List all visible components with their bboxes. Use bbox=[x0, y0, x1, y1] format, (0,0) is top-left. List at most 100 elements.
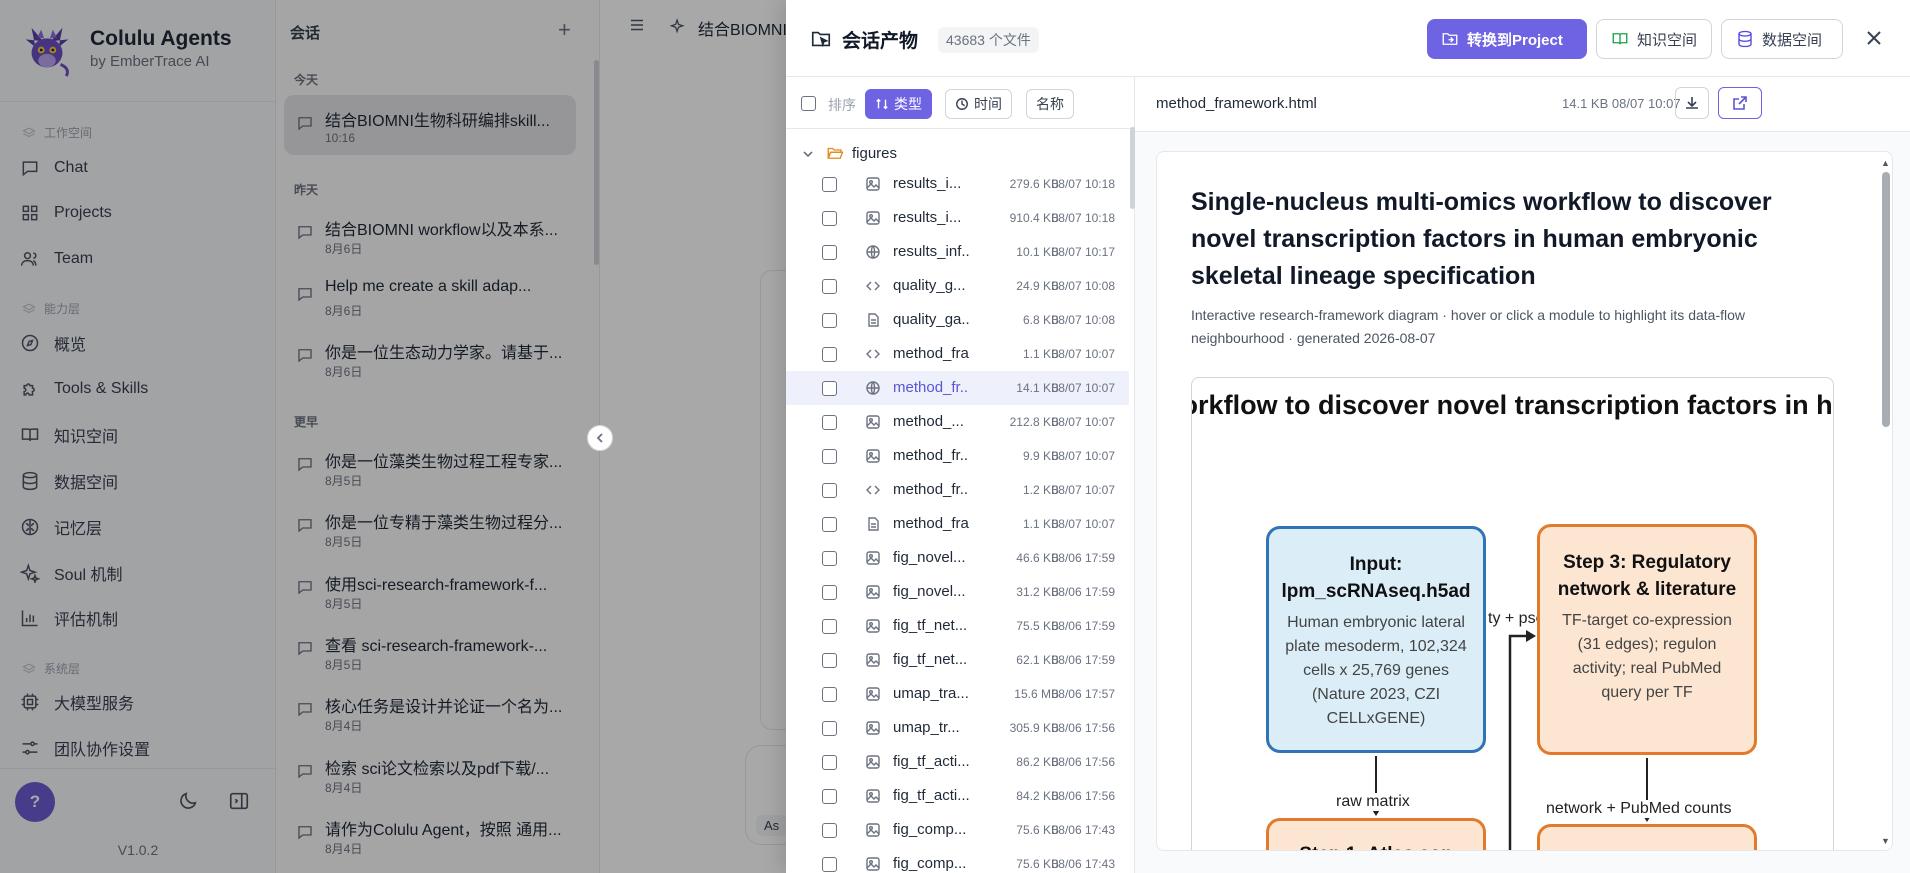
file-name: fig_comp... bbox=[893, 821, 967, 838]
preview-meta: 14.1 KB 08/07 10:07 bbox=[1562, 96, 1681, 111]
file-row[interactable]: results_inf... 10.1 KB 08/07 10:17 bbox=[786, 235, 1129, 269]
file-date: 08/07 10:07 bbox=[1051, 449, 1115, 463]
node-step3[interactable]: Step 3: Regulatory network & literature … bbox=[1537, 524, 1757, 755]
rendered-html-document[interactable]: Single-nucleus multi-omics workflow to d… bbox=[1156, 151, 1893, 851]
button-label: 转换到Project bbox=[1467, 31, 1563, 49]
file-checkbox[interactable] bbox=[822, 653, 837, 668]
file-row[interactable]: method_... 212.8 KB 08/07 10:07 bbox=[786, 405, 1129, 439]
image-icon bbox=[866, 789, 880, 803]
file-checkbox[interactable] bbox=[822, 449, 837, 464]
sort-by-name-button[interactable]: 名称 bbox=[1026, 89, 1074, 119]
file-row[interactable]: method_fr... 9.9 KB 08/07 10:07 bbox=[786, 439, 1129, 473]
file-name: fig_tf_acti... bbox=[893, 753, 969, 770]
file-checkbox[interactable] bbox=[822, 619, 837, 634]
image-icon bbox=[866, 653, 880, 667]
file-row[interactable]: fig_comp... 75.6 KB 08/06 17:43 bbox=[786, 847, 1129, 873]
file-row[interactable]: fig_novel... 31.2 KB 08/06 17:59 bbox=[786, 575, 1129, 609]
image-icon bbox=[866, 823, 880, 837]
node-step1[interactable]: Step 1: Atlas con bbox=[1266, 818, 1486, 850]
file-date: 08/06 17:56 bbox=[1051, 721, 1115, 735]
file-row[interactable]: fig_tf_acti... 84.2 KB 08/06 17:56 bbox=[786, 779, 1129, 813]
file-date: 08/07 10:17 bbox=[1051, 245, 1115, 259]
file-row[interactable]: quality_ga... 6.8 KB 08/07 10:08 bbox=[786, 303, 1129, 337]
sort-by-time-button[interactable]: 时间 bbox=[945, 89, 1012, 119]
chevron-down-icon bbox=[803, 151, 813, 158]
file-checkbox[interactable] bbox=[822, 551, 837, 566]
file-name: results_i... bbox=[893, 209, 962, 226]
file-row[interactable]: method_fr... 14.1 KB 08/07 10:07 bbox=[786, 371, 1129, 405]
scroll-up-arrow[interactable]: ▲ bbox=[1881, 158, 1890, 168]
file-checkbox[interactable] bbox=[822, 381, 837, 396]
code-icon bbox=[866, 349, 880, 359]
code-icon bbox=[866, 281, 880, 291]
button-label: 知识空间 bbox=[1637, 31, 1698, 49]
file-row[interactable]: fig_comp... 75.6 KB 08/06 17:43 bbox=[786, 813, 1129, 847]
sort-label-name: 名称 bbox=[1036, 96, 1064, 112]
image-icon bbox=[866, 177, 880, 191]
select-all-checkbox[interactable] bbox=[801, 96, 816, 111]
file-date: 08/06 17:56 bbox=[1051, 789, 1115, 803]
file-row[interactable]: method_fr... 1.2 KB 08/07 10:07 bbox=[786, 473, 1129, 507]
node-body: Human embryonic lateral plate mesoderm, … bbox=[1285, 614, 1467, 727]
node-step4[interactable] bbox=[1537, 824, 1757, 850]
knowledge-space-button[interactable]: 知识空间 bbox=[1596, 19, 1712, 59]
open-external-button[interactable] bbox=[1718, 87, 1762, 119]
file-date: 08/07 10:07 bbox=[1051, 381, 1115, 395]
clock-icon bbox=[956, 98, 968, 110]
file-row[interactable]: umap_tr... 305.9 KB 08/06 17:56 bbox=[786, 711, 1129, 745]
file-row[interactable]: method_fra...1.1 KB08/07 10:07 bbox=[786, 507, 1129, 541]
file-checkbox[interactable] bbox=[822, 177, 837, 192]
file-name: fig_novel... bbox=[893, 583, 966, 600]
file-row[interactable]: umap_tra... 15.6 MB 08/06 17:57 bbox=[786, 677, 1129, 711]
file-checkbox[interactable] bbox=[822, 245, 837, 260]
sort-by-type-button[interactable]: 类型 bbox=[865, 89, 932, 119]
scroll-down-arrow[interactable]: ▼ bbox=[1881, 836, 1890, 846]
document-scrollbar[interactable] bbox=[1882, 172, 1890, 427]
node-body: TF-target co-expression (31 edges); regu… bbox=[1562, 612, 1732, 701]
file-date: 08/06 17:43 bbox=[1051, 857, 1115, 871]
document-subtitle: Interactive research-framework diagram ·… bbox=[1191, 307, 1746, 346]
panel-title: 会话产物 bbox=[842, 31, 919, 52]
download-button[interactable] bbox=[1675, 87, 1709, 119]
file-row[interactable]: fig_tf_acti... 86.2 KB 08/06 17:56 bbox=[786, 745, 1129, 779]
file-checkbox[interactable] bbox=[822, 347, 837, 362]
modal-overlay[interactable] bbox=[0, 0, 786, 873]
file-date: 08/07 10:18 bbox=[1051, 211, 1115, 225]
file-checkbox[interactable] bbox=[822, 211, 837, 226]
node-input[interactable]: Input: lpm_scRNAseq.h5ad Human embryonic… bbox=[1266, 526, 1486, 753]
file-checkbox[interactable] bbox=[822, 483, 837, 498]
convert-to-project-button[interactable]: 转换到Project bbox=[1427, 19, 1587, 59]
image-icon bbox=[866, 721, 880, 735]
database-icon bbox=[1738, 30, 1752, 48]
file-row[interactable]: fig_tf_net... 75.5 KB 08/06 17:59 bbox=[786, 609, 1129, 643]
external-link-icon bbox=[1733, 96, 1747, 110]
file-checkbox[interactable] bbox=[822, 755, 837, 770]
folder-row[interactable]: figures bbox=[786, 139, 1135, 167]
file-name: fig_novel... bbox=[893, 549, 966, 566]
sort-bar: 排序 类型 时间 名称 bbox=[786, 77, 1135, 129]
file-row[interactable]: method_fra...1.1 KB08/07 10:07 bbox=[786, 337, 1129, 371]
file-date: 08/06 17:59 bbox=[1051, 619, 1115, 633]
file-checkbox[interactable] bbox=[822, 789, 837, 804]
collapse-panel-button[interactable] bbox=[587, 425, 613, 451]
data-space-button[interactable]: 数据空间 bbox=[1721, 19, 1843, 59]
file-checkbox[interactable] bbox=[822, 823, 837, 838]
file-checkbox[interactable] bbox=[822, 585, 837, 600]
image-icon bbox=[866, 619, 880, 633]
file-checkbox[interactable] bbox=[822, 687, 837, 702]
file-row[interactable]: quality_g... 24.9 KB 08/07 10:08 bbox=[786, 269, 1129, 303]
file-checkbox[interactable] bbox=[822, 857, 837, 872]
file-checkbox[interactable] bbox=[822, 415, 837, 430]
artifacts-panel: 会话产物 43683 个文件 转换到Project 知识空间 数据空间 排序 类… bbox=[786, 0, 1910, 873]
file-row[interactable]: fig_tf_net... 62.1 KB 08/06 17:59 bbox=[786, 643, 1129, 677]
framework-diagram[interactable]: Single-nucleus multi-omics workflow to d… bbox=[1191, 377, 1834, 850]
file-checkbox[interactable] bbox=[822, 313, 837, 328]
file-row[interactable]: results_i... 279.6 KB 08/07 10:18 bbox=[786, 167, 1129, 201]
file-row[interactable]: results_i... 910.4 KB 08/07 10:18 bbox=[786, 201, 1129, 235]
file-row[interactable]: fig_novel... 46.6 KB 08/06 17:59 bbox=[786, 541, 1129, 575]
file-checkbox[interactable] bbox=[822, 279, 837, 294]
edge-step2-step3 bbox=[1508, 634, 1530, 850]
file-checkbox[interactable] bbox=[822, 721, 837, 736]
close-icon[interactable] bbox=[1864, 28, 1884, 48]
file-checkbox[interactable] bbox=[822, 517, 837, 532]
